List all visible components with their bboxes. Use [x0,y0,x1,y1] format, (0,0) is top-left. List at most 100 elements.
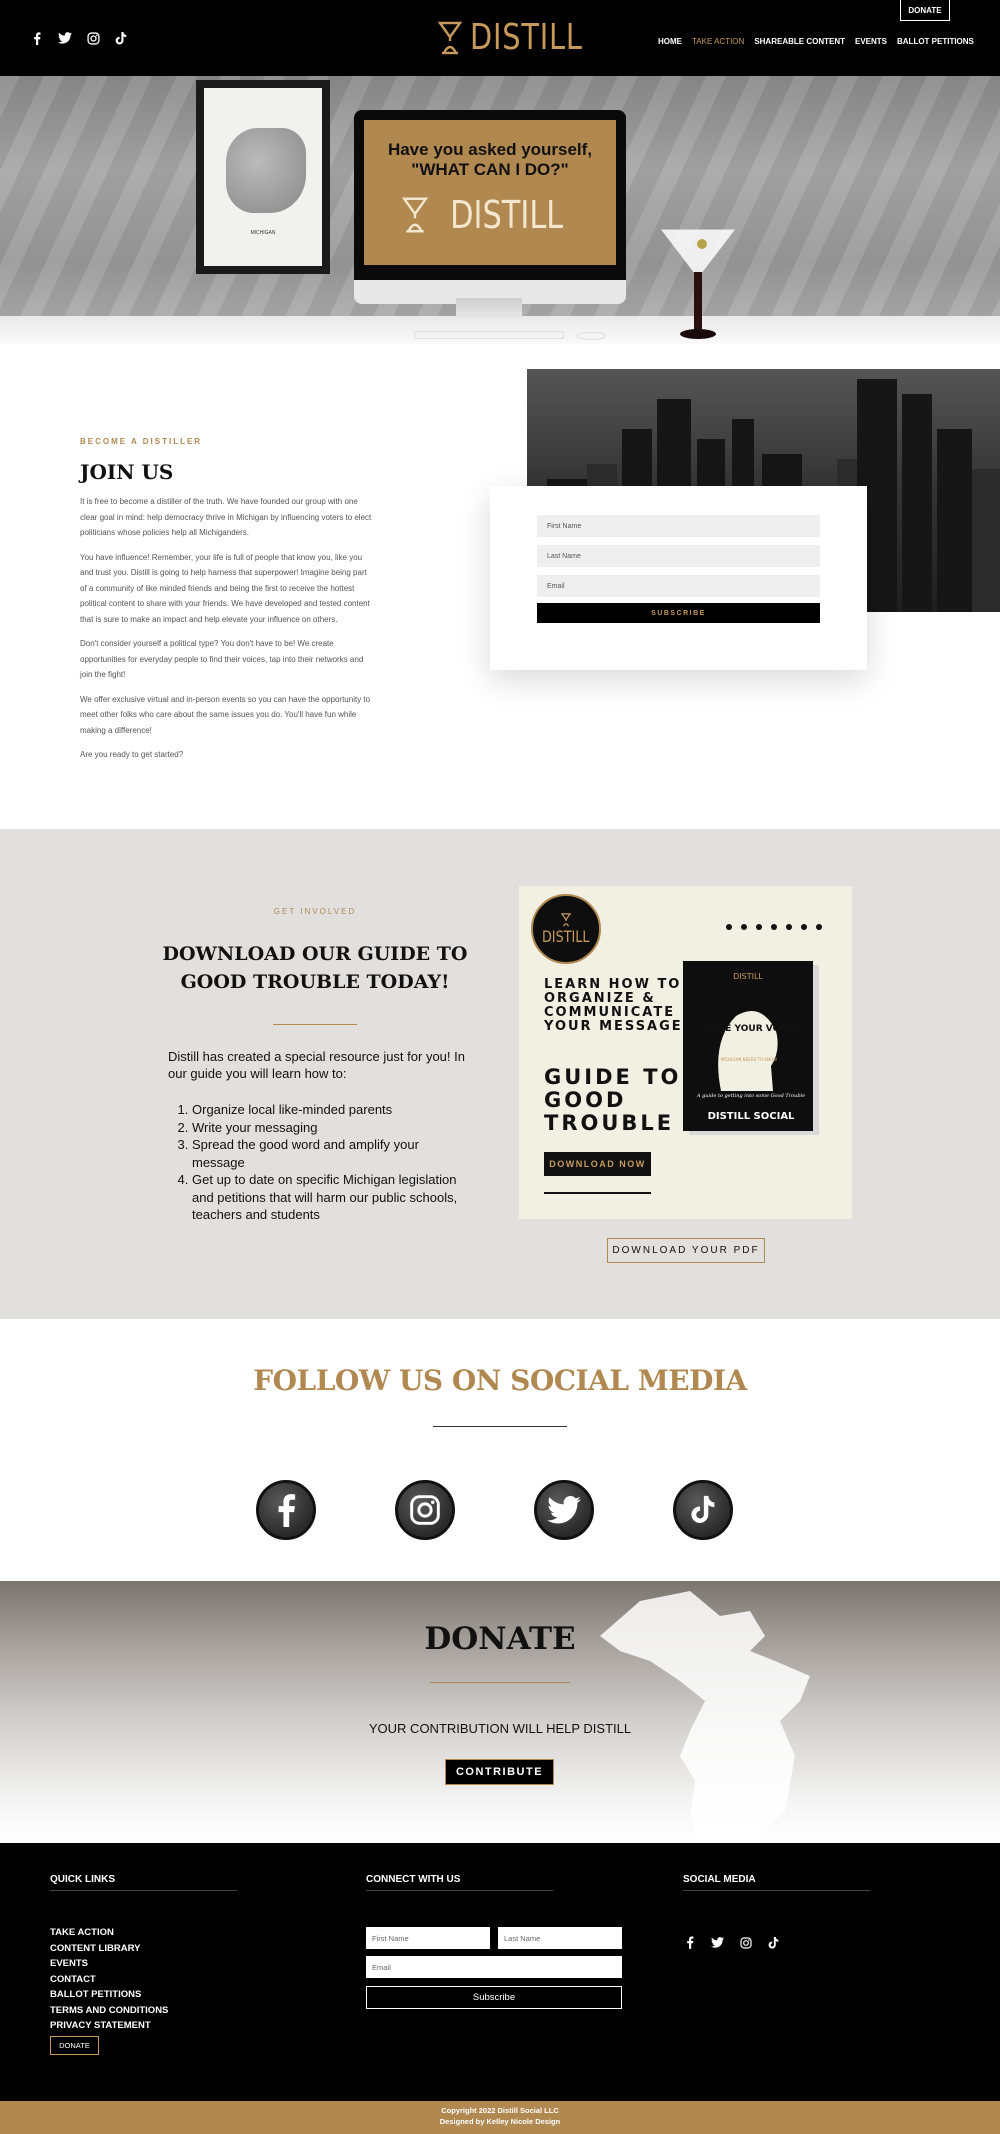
twitter-icon[interactable] [711,1936,724,1949]
svg-text:DISTILL: DISTILL [733,972,763,981]
logo-text: DISTILL [470,17,583,58]
martini-glass-image [660,229,736,339]
nav-item-home[interactable]: HOME [658,37,682,46]
screen-logo: DISTILL [402,193,577,237]
footer-quick-links: TAKE ACTION CONTENT LIBRARY EVENTS CONTA… [50,1925,168,2034]
footer-link[interactable]: TERMS AND CONDITIONS [50,2003,168,2019]
svg-text:A guide to getting into some G: A guide to getting into some Good Troubl… [696,1093,805,1099]
header-donate-button[interactable]: DONATE [900,0,950,21]
follow-divider [433,1426,567,1427]
join-paragraph: We offer exclusive virtual and in-person… [80,694,371,735]
footer-last-name-field[interactable]: Last Name [498,1927,622,1949]
svg-text:MICHIGAN NEEDS TO KNOW: MICHIGAN NEEDS TO KNOW [721,1057,777,1062]
hero-monitor: Have you asked yourself, "WHAT CAN I DO?… [354,110,626,304]
first-name-field[interactable]: First Name [537,515,820,537]
download-pdf-button[interactable]: DOWNLOAD YOUR PDF [607,1238,765,1263]
guide-poster[interactable]: DISTILL LEARN HOW TO ORGANIZE & COMMUNIC… [519,886,852,1219]
facebook-icon[interactable] [256,1480,316,1540]
nav-item-events[interactable]: EVENTS [855,37,887,46]
instagram-icon[interactable] [739,1936,752,1949]
join-paragraph: It is free to become a distiller of the … [80,497,372,537]
footer-email-field[interactable]: Email [366,1956,622,1978]
subscribe-form-card: First Name Last Name Email SUBSCRIBE [490,486,867,670]
copyright-text: Copyright 2022 Distill Social LLC [441,2106,559,2115]
footer-link[interactable]: CONTENT LIBRARY [50,1941,168,1957]
footer-link[interactable]: CONTACT [50,1972,168,1988]
svg-text:RAISE YOUR VOICE!: RAISE YOUR VOICE! [702,1024,801,1034]
michigan-map-image [226,128,306,213]
guide-list: Organize local like-minded parents Write… [168,1101,468,1224]
contribute-button[interactable]: CONTRIBUTE [445,1759,554,1785]
tiktok-icon[interactable] [114,31,128,45]
list-item: Get up to date on specific Michigan legi… [192,1171,468,1224]
last-name-field[interactable]: Last Name [537,545,820,567]
join-paragraph: Don't consider yourself a political type… [80,639,364,679]
footer-social-links [683,1936,780,1949]
join-paragraph: You have influence! Remember, your life … [80,552,370,624]
distill-glass-logo-icon [561,912,571,926]
hero-desk [0,316,1000,344]
hero-banner: MICHIGAN Have you asked yourself, "WHAT … [0,76,1000,344]
twitter-icon[interactable] [58,31,72,45]
site-logo[interactable]: DISTILL [438,20,611,56]
poster-download-button[interactable]: DOWNLOAD NOW [544,1152,651,1176]
screen-headline-line1: Have you asked yourself, [387,140,593,159]
footer-link[interactable]: TAKE ACTION [50,1925,168,1941]
guide-book-image: DISTILL RAISE YOUR VOICE! MICHIGAN NEEDS… [683,961,819,1135]
guide-intro: Distill has created a special resource j… [168,1049,465,1081]
svg-text:DISTILL SOCIAL: DISTILL SOCIAL [708,1111,795,1122]
footer-link[interactable]: PRIVACY STATEMENT [50,2018,168,2034]
instagram-icon[interactable] [395,1480,455,1540]
footer-subscribe-button[interactable]: Subscribe [366,1986,622,2009]
donate-title: DONATE [424,1621,576,1657]
footer-connect-title: CONNECT WITH US [366,1874,461,1885]
monitor-screen: Have you asked yourself, "WHAT CAN I DO?… [364,120,616,265]
list-item: Write your messaging [192,1119,468,1137]
screen-logo-text: DISTILL [450,192,564,237]
donate-subtitle: YOUR CONTRIBUTION WILL HELP DISTILL [368,1721,632,1736]
footer-link[interactable]: EVENTS [50,1956,168,1972]
designer-credit: Designed by Kelley Nicole Design [439,2117,561,2126]
facebook-icon[interactable] [683,1936,696,1949]
twitter-icon[interactable] [534,1480,594,1540]
list-item: Organize local like-minded parents [192,1101,468,1119]
frame-label: MICHIGAN [250,230,276,236]
poster-headline: GUIDE TO GOOD TROUBLE [544,1065,682,1135]
poster-badge-text: DISTILL [542,926,590,946]
nav-item-take-action[interactable]: TAKE ACTION [692,37,744,46]
tiktok-icon[interactable] [767,1936,780,1949]
facebook-icon[interactable] [30,31,44,45]
join-body: It is free to become a distiller of the … [80,494,374,772]
michigan-map-frame: MICHIGAN [196,80,330,274]
footer-social-title: SOCIAL MEDIA [683,1874,756,1885]
footer-rule [50,1890,237,1891]
footer-rule [683,1890,870,1891]
copyright-bar: Copyright 2022 Distill Social LLC Design… [0,2101,1000,2134]
screen-headline-line2: "WHAT CAN I DO?" [411,160,569,180]
distill-glass-logo-icon [438,21,462,55]
nav-item-ballot-petitions[interactable]: BALLOT PETITIONS [897,37,974,46]
site-footer: QUICK LINKS TAKE ACTION CONTENT LIBRARY … [0,1843,1000,2101]
footer-donate-button[interactable]: DONATE [50,2036,99,2055]
monitor-stand [456,298,522,318]
footer-first-name-field[interactable]: First Name [366,1927,490,1949]
follow-title: FOLLOW US ON SOCIAL MEDIA [253,1364,747,1397]
guide-divider [273,1024,357,1025]
subscribe-button[interactable]: SUBSCRIBE [537,603,820,623]
list-item: Spread the good word and amplify your me… [192,1136,468,1171]
footer-link[interactable]: BALLOT PETITIONS [50,1987,168,2003]
email-field[interactable]: Email [537,575,820,597]
tiktok-icon[interactable] [673,1480,733,1540]
page: DISTILL HOME TAKE ACTION SHAREABLE CONTE… [0,0,1000,2134]
guide-title: DOWNLOAD OUR GUIDE TO GOOD TROUBLE TODAY… [162,943,468,993]
poster-rule [544,1192,651,1194]
footer-quick-links-title: QUICK LINKS [50,1874,115,1885]
instagram-icon[interactable] [86,31,100,45]
guide-section: GET INVOLVED DOWNLOAD OUR GUIDE TO GOOD … [0,829,1000,1319]
join-title: JOIN US [80,460,174,484]
main-nav: HOME TAKE ACTION SHAREABLE CONTENT EVENT… [658,37,974,46]
footer-rule [366,1890,553,1891]
keyboard [414,331,564,339]
header-social-links [30,31,128,45]
nav-item-shareable-content[interactable]: SHAREABLE CONTENT [754,37,845,46]
